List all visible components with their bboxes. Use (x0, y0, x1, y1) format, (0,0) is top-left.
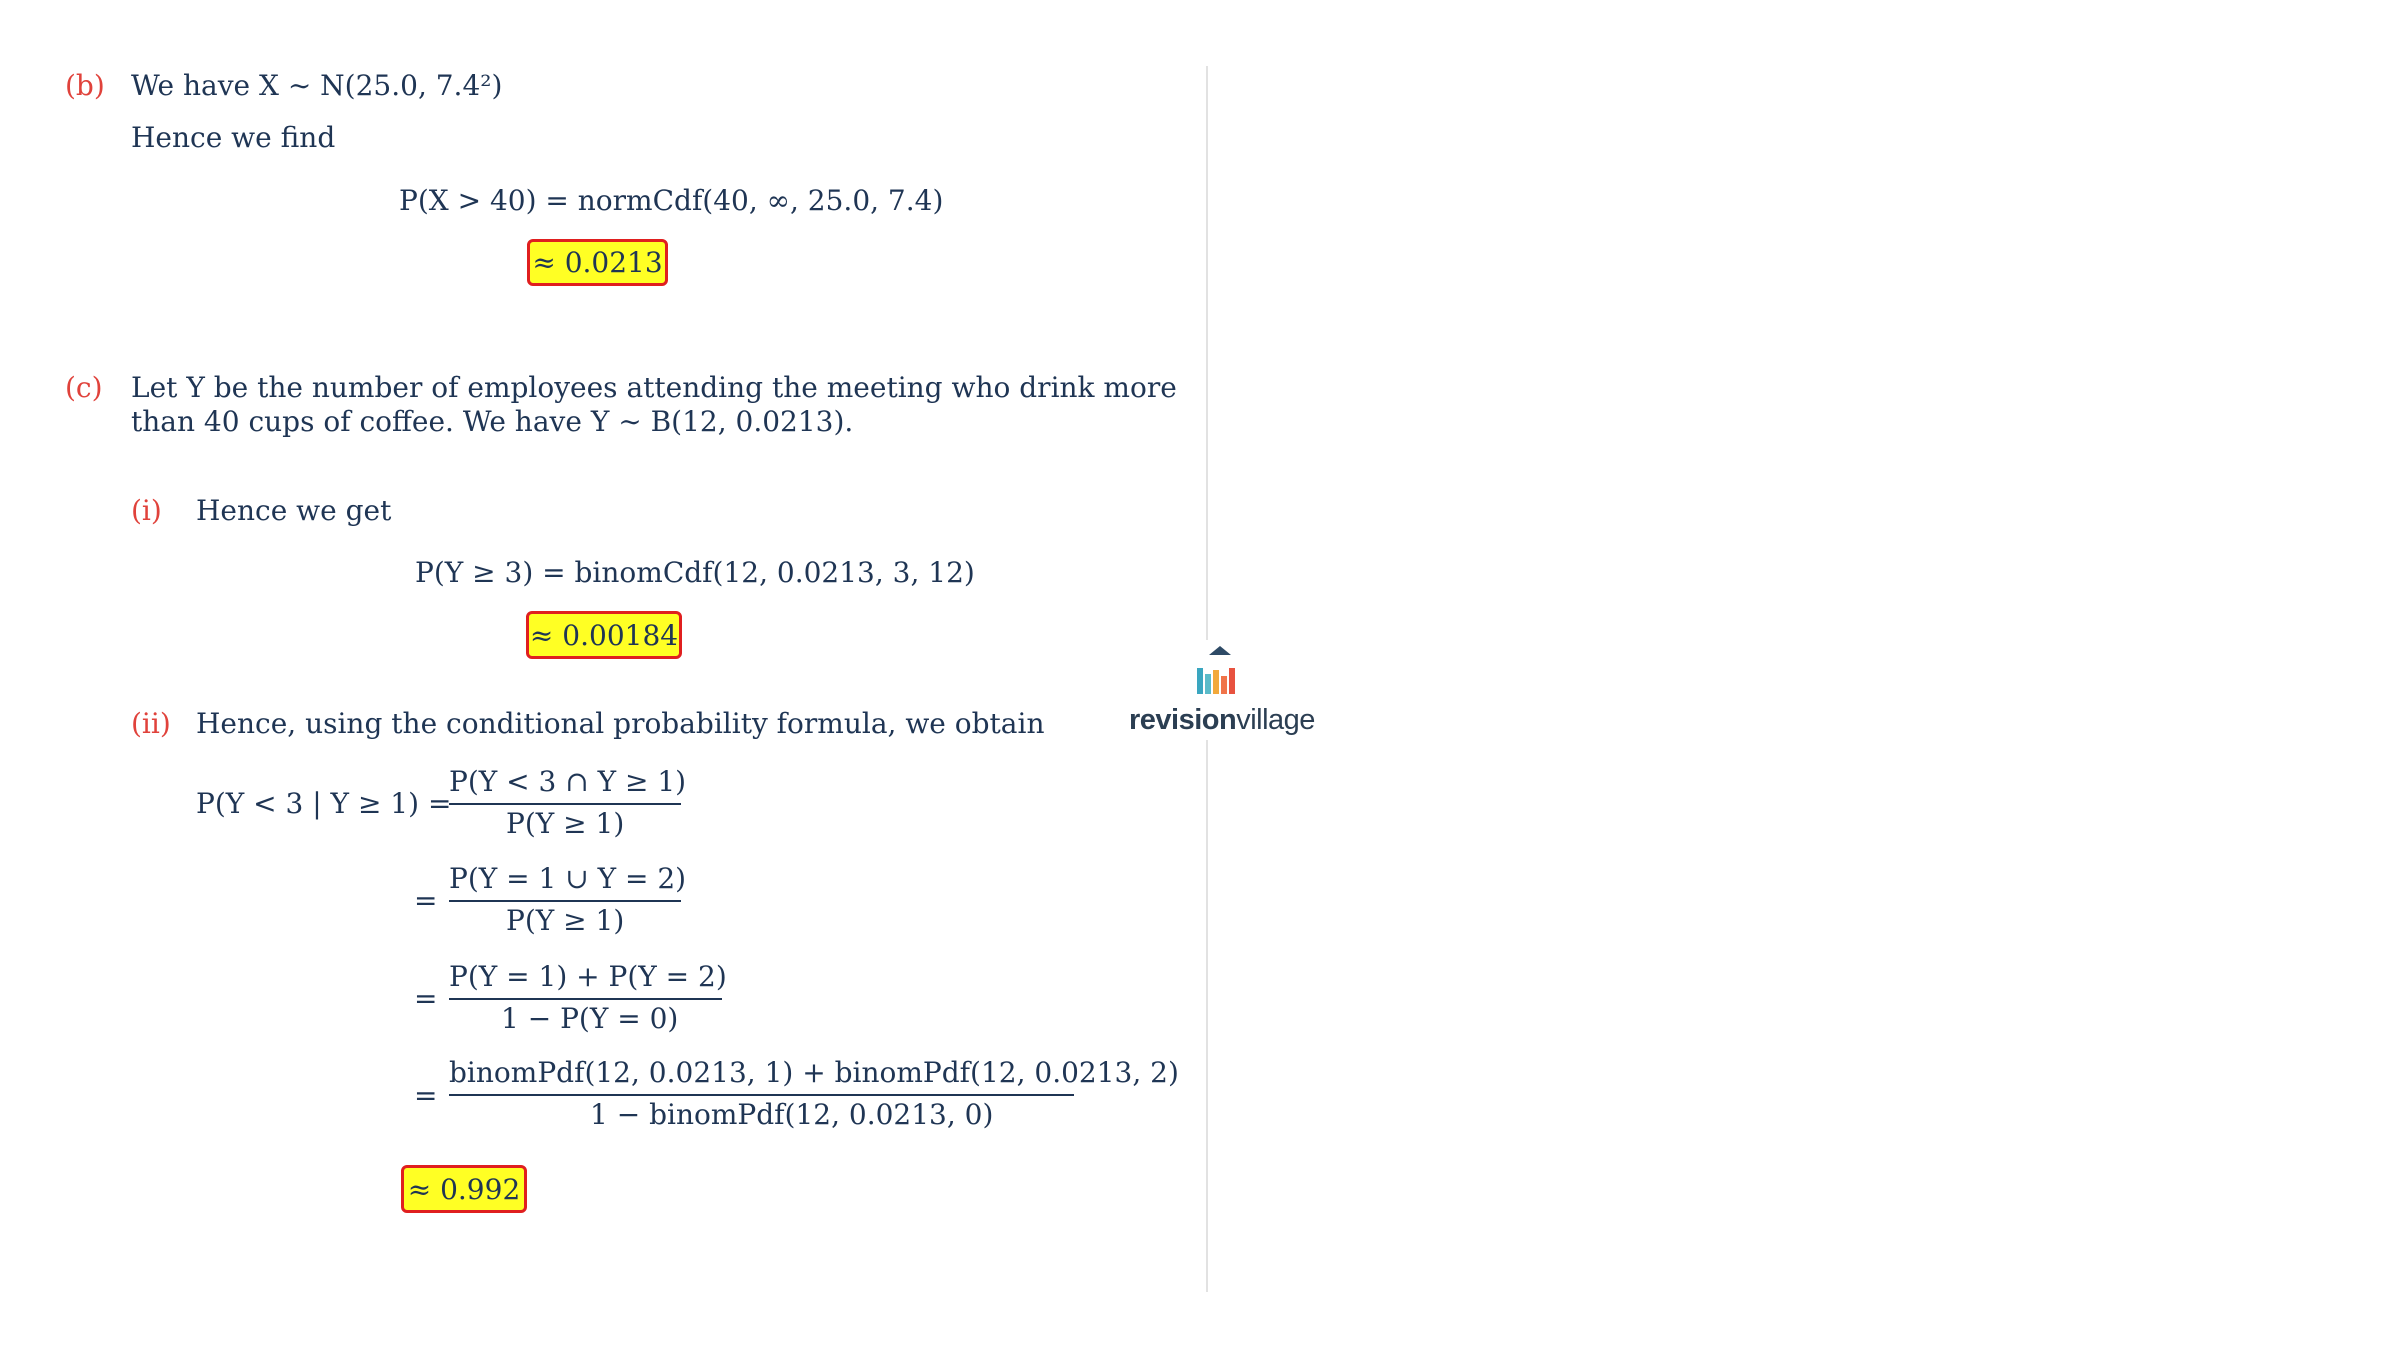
logo-bars-icon (1197, 646, 1235, 694)
fraction-1-denominator: P(Y ≥ 1) (506, 807, 625, 840)
part-c-ii-text: Hence, using the conditional probability… (196, 707, 1045, 740)
part-c-ii-answer-box: ≈ 0.992 (401, 1165, 527, 1213)
equals-sign-3: = (414, 982, 438, 1015)
part-b-answer-box: ≈ 0.0213 (527, 239, 668, 286)
fraction-3-denominator: 1 − P(Y = 0) (501, 1002, 679, 1035)
part-b-hence: Hence we find (131, 121, 336, 154)
part-c-i-marker: (i) (131, 494, 162, 527)
equals-sign-2: = (414, 884, 438, 917)
conditional-lhs: P(Y < 3 | Y ≥ 1) = (196, 787, 452, 820)
part-c-marker: (c) (65, 371, 103, 404)
fraction-4-bar (449, 1094, 1074, 1096)
equals-sign-4: = (414, 1079, 438, 1112)
part-b-equation: P(X > 40) = normCdf(40, ∞, 25.0, 7.4) (399, 184, 944, 217)
fraction-2-bar (449, 900, 681, 902)
fraction-4-denominator: 1 − binomPdf(12, 0.0213, 0) (590, 1098, 994, 1131)
fraction-3-bar (449, 998, 722, 1000)
part-c-ii-marker: (ii) (131, 707, 171, 740)
fraction-1-bar (449, 803, 681, 805)
logo-wordmark: revisionvillage (1129, 704, 1315, 736)
fraction-2-numerator: P(Y = 1 ∪ Y = 2) (449, 862, 687, 895)
fraction-3-numerator: P(Y = 1) + P(Y = 2) (449, 960, 727, 993)
part-b-statement: We have X ∼ N(25.0, 7.4²) (131, 69, 503, 102)
fraction-1-numerator: P(Y < 3 ∩ Y ≥ 1) (449, 765, 687, 798)
part-c-i-answer-box: ≈ 0.00184 (526, 611, 682, 659)
part-b-marker: (b) (65, 69, 105, 102)
part-c-i-text: Hence we get (196, 494, 392, 527)
part-c-i-equation: P(Y ≥ 3) = binomCdf(12, 0.0213, 3, 12) (415, 556, 975, 589)
revision-village-logo: revisionvillage (1120, 640, 1320, 740)
fraction-4-numerator: binomPdf(12, 0.0213, 1) + binomPdf(12, 0… (449, 1056, 1179, 1089)
part-c-line1: Let Y be the number of employees attendi… (131, 371, 1177, 404)
part-c-line2: than 40 cups of coffee. We have Y ∼ B(12… (131, 405, 854, 438)
fraction-2-denominator: P(Y ≥ 1) (506, 904, 625, 937)
